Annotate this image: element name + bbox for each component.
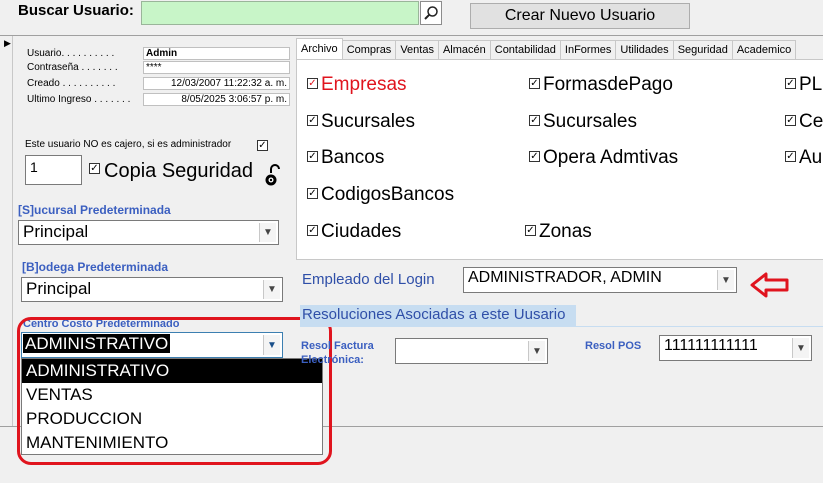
- perm-label: CodigosBancos: [321, 184, 455, 205]
- created-label: Creado . . . . . . . . . .: [27, 78, 116, 89]
- perm-item[interactable]: ✓ Zonas: [525, 221, 592, 243]
- perm-item[interactable]: ✓ Ciudades: [307, 221, 401, 243]
- magnifier-icon: [424, 6, 438, 20]
- perm-label: Zonas: [539, 221, 592, 242]
- pos-resolution-value: 111111111111: [664, 337, 758, 354]
- einvoice-label-line2: Electrónica:: [301, 354, 364, 366]
- perm-item[interactable]: ✓ Empresas: [307, 74, 407, 96]
- perm-item[interactable]: ✓ Bancos: [307, 147, 384, 169]
- record-selector-gutter: [0, 36, 13, 426]
- last-login-label: Ultimo Ingreso . . . . . . .: [27, 94, 131, 105]
- pos-resolution-label: Resol POS: [585, 340, 642, 352]
- perm-item[interactable]: ✓ Opera Admtivas: [529, 147, 678, 169]
- perm-checkbox[interactable]: ✓: [785, 115, 796, 126]
- perm-label: FormasdePago: [543, 74, 673, 95]
- perm-checkbox[interactable]: ✓: [529, 78, 540, 89]
- tab-ventas[interactable]: Ventas: [395, 40, 439, 60]
- warehouse-select[interactable]: Principal ▼: [21, 277, 283, 302]
- tab-contabilidad[interactable]: Contabilidad: [489, 40, 561, 60]
- tab-compras[interactable]: Compras: [341, 40, 397, 60]
- perm-item[interactable]: ✓ PL: [785, 74, 822, 96]
- chevron-down-icon[interactable]: ▼: [717, 270, 734, 290]
- login-employee-select[interactable]: ADMINISTRADOR, ADMIN ▼: [463, 267, 737, 293]
- perm-label: PL: [799, 74, 823, 95]
- resolutions-divider: [300, 326, 823, 327]
- einvoice-resolution-select[interactable]: ▼: [395, 338, 548, 364]
- perm-checkbox[interactable]: ✓: [529, 115, 540, 126]
- resolutions-header: Resoluciones Asociadas a este Uusario: [300, 305, 576, 326]
- chevron-down-icon[interactable]: ▼: [528, 341, 545, 361]
- chevron-down-icon[interactable]: ▼: [259, 223, 276, 242]
- perm-label: Opera Admtivas: [543, 147, 679, 168]
- perm-checkbox[interactable]: ✓: [307, 115, 318, 126]
- einvoice-label-line1: Resol Factura: [301, 340, 374, 352]
- search-user-label: Buscar Usuario:: [18, 2, 134, 19]
- perm-checkbox[interactable]: ✓: [525, 225, 536, 236]
- created-value: 12/03/2007 11:22:32 a. m.: [143, 77, 290, 90]
- perm-item[interactable]: ✓ FormasdePago: [529, 74, 673, 96]
- perm-item[interactable]: ✓ Sucursales: [529, 111, 637, 133]
- perm-label: Ce: [799, 111, 823, 132]
- login-employee-value: ADMINISTRADOR, ADMIN: [468, 269, 662, 286]
- user-label: Usuario. . . . . . . . . .: [27, 48, 115, 59]
- perm-label: Bancos: [321, 147, 385, 168]
- tab-academico[interactable]: Academico: [731, 40, 797, 60]
- perm-label: Empresas: [321, 74, 407, 95]
- perm-label: Sucursales: [321, 111, 415, 132]
- module-tabs: Archivo Compras Ventas Almacén Contabili…: [296, 38, 797, 62]
- branch-select[interactable]: Principal ▼: [18, 220, 279, 245]
- red-arrow-annotation-icon: [750, 272, 789, 298]
- backup-checkbox[interactable]: ✓: [89, 163, 100, 174]
- create-new-user-button[interactable]: Crear Nuevo Usuario: [470, 3, 690, 29]
- perm-checkbox[interactable]: ✓: [307, 151, 318, 162]
- perm-item[interactable]: ✓ Sucursales: [307, 111, 415, 133]
- chevron-down-icon[interactable]: ▼: [792, 338, 809, 358]
- perm-checkbox[interactable]: ✓: [307, 188, 318, 199]
- search-user-input[interactable]: [141, 1, 419, 25]
- permissions-panel: ✓ Empresas ✓ Sucursales ✓ Bancos ✓ CodigosBa…: [296, 59, 823, 260]
- record-pointer-icon: ▶: [4, 38, 11, 48]
- perm-item[interactable]: ✓ Ce: [785, 111, 823, 133]
- warehouse-value: Principal: [26, 279, 92, 298]
- perm-checkbox[interactable]: ✓: [307, 78, 318, 89]
- tab-informes[interactable]: InFormes: [559, 40, 617, 60]
- perm-checkbox[interactable]: ✓: [785, 78, 796, 89]
- cashier-checkbox[interactable]: ✓: [257, 140, 268, 151]
- perm-item[interactable]: ✓ Au: [785, 147, 822, 169]
- number-field[interactable]: 1: [25, 155, 82, 185]
- branch-value: Principal: [23, 222, 89, 241]
- pos-resolution-select[interactable]: 111111111111 ▼: [659, 335, 812, 361]
- perm-item[interactable]: ✓ CodigosBancos: [307, 184, 454, 206]
- password-value[interactable]: ****: [143, 61, 290, 74]
- password-label: Contraseña . . . . . . .: [27, 62, 118, 73]
- highlight-annotation: [17, 317, 332, 465]
- login-employee-label: Empleado del Login: [302, 271, 435, 288]
- perm-checkbox[interactable]: ✓: [785, 151, 796, 162]
- top-divider: [0, 35, 823, 36]
- tab-seguridad[interactable]: Seguridad: [672, 40, 733, 60]
- perm-checkbox[interactable]: ✓: [529, 151, 540, 162]
- padlock-icon[interactable]: [264, 163, 280, 187]
- chevron-down-icon[interactable]: ▼: [263, 280, 280, 299]
- cashier-label: Este usuario NO es cajero, si es adminis…: [25, 139, 232, 150]
- user-value: Admin: [143, 47, 290, 60]
- perm-label: Ciudades: [321, 221, 402, 242]
- last-login-value: 8/05/2025 3:06:57 p. m.: [143, 93, 290, 106]
- einvoice-resolution-label: Resol Factura Electrónica:: [301, 339, 374, 367]
- branch-label: [S]ucursal Predeterminada: [18, 203, 171, 217]
- search-button[interactable]: [420, 1, 442, 25]
- perm-label: Au: [799, 147, 823, 168]
- perm-label: Sucursales: [543, 111, 637, 132]
- perm-checkbox[interactable]: ✓: [307, 225, 318, 236]
- warehouse-label: [B]odega Predeterminada: [22, 260, 169, 274]
- tab-almacen[interactable]: Almacén: [437, 40, 491, 60]
- backup-label: Copia Seguridad: [104, 160, 253, 182]
- tab-utilidades[interactable]: Utilidades: [615, 40, 674, 60]
